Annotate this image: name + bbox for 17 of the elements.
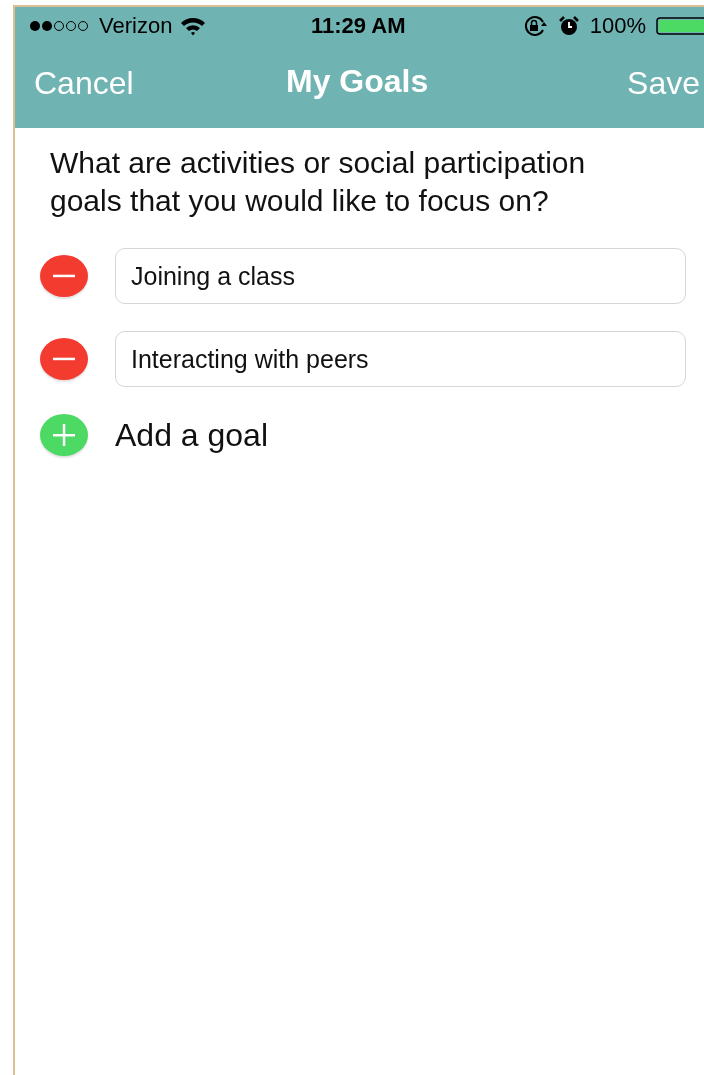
- alarm-icon: [557, 15, 580, 37]
- battery-percent: 100%: [589, 13, 646, 39]
- remove-goal-button[interactable]: [40, 255, 88, 297]
- goal-input-field[interactable]: Interacting with peers: [115, 331, 686, 387]
- signal-icon: [29, 19, 91, 33]
- minus-icon: [53, 357, 75, 361]
- minus-icon: [53, 274, 75, 278]
- status-time: 11:29 AM: [311, 13, 406, 39]
- screen-title: My Goals: [286, 63, 429, 100]
- question-text: What are activities or social participation goals that you would like to focus on?: [50, 145, 587, 219]
- battery-icon: [656, 16, 704, 36]
- remove-goal-button[interactable]: [40, 338, 88, 380]
- carrier-name: Verizon: [99, 13, 173, 39]
- plus-icon: [53, 424, 75, 446]
- add-goal-label[interactable]: Add a goal: [115, 416, 268, 454]
- goal-input-field[interactable]: Joining a class: [115, 248, 686, 304]
- wifi-icon: [180, 16, 207, 36]
